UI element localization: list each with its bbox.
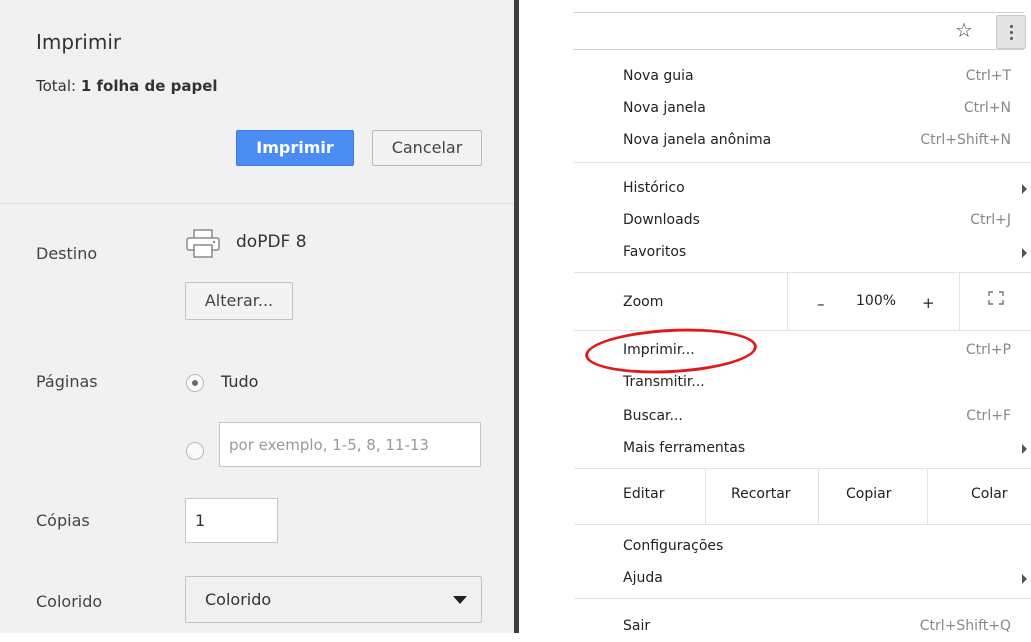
destination-label: Destino [36, 244, 98, 263]
color-select[interactable]: Colorido [185, 576, 482, 623]
menu-item-label: Favoritos [623, 244, 687, 260]
chevron-right-icon [1022, 248, 1027, 258]
menu-separator [574, 598, 1031, 599]
zoom-out-button[interactable]: – [817, 295, 825, 313]
copy-button[interactable]: Copiar [846, 486, 891, 502]
pages-all-radio[interactable] [186, 374, 204, 392]
total-label: Total: [36, 77, 77, 95]
edit-divider [818, 468, 819, 524]
star-icon[interactable]: ☆ [955, 20, 973, 40]
menu-item-shortcut: Ctrl+J [970, 212, 1011, 228]
menu-item-label: Sair [623, 618, 651, 634]
zoom-divider [959, 272, 960, 330]
total-pages-summary: Total: 1 folha de papel [36, 77, 218, 95]
menu-item-label: Nova janela anônima [623, 132, 772, 148]
pages-label: Páginas [36, 372, 98, 391]
menu-item-history[interactable]: Histórico [574, 172, 1027, 204]
menu-item-new-tab[interactable]: Nova guia Ctrl+T [574, 60, 1011, 92]
menu-item-shortcut: Ctrl+F [966, 408, 1011, 424]
dialog-title: Imprimir [36, 30, 122, 54]
menu-item-bookmarks[interactable]: Favoritos [574, 236, 1027, 268]
color-label: Colorido [36, 592, 103, 611]
menu-item-find[interactable]: Buscar... Ctrl+F [574, 400, 1011, 432]
menu-item-label: Histórico [623, 180, 685, 196]
edit-divider [705, 468, 706, 524]
menu-item-label: Nova janela [623, 100, 706, 116]
menu-item-label: Nova guia [623, 68, 694, 84]
panel-gap [519, 0, 574, 633]
print-dialog-header: Imprimir Total: 1 folha de papel Imprimi… [0, 0, 514, 204]
menu-item-more-tools[interactable]: Mais ferramentas [574, 432, 1027, 464]
menu-item-shortcut: Ctrl+N [963, 100, 1011, 116]
zoom-divider [787, 272, 788, 330]
total-value: 1 folha de papel [80, 77, 218, 95]
menu-item-label: Downloads [623, 212, 700, 228]
menu-item-shortcut: Ctrl+Shift+Q [919, 618, 1011, 634]
pages-range-radio[interactable] [186, 442, 204, 460]
menu-item-zoom: Zoom [574, 286, 1011, 318]
cancel-button[interactable]: Cancelar [372, 130, 482, 166]
menu-item-shortcut: Ctrl+T [965, 68, 1011, 84]
chevron-right-icon [1022, 444, 1027, 454]
menu-item-new-window[interactable]: Nova janela Ctrl+N [574, 92, 1011, 124]
edit-label: Editar [623, 486, 665, 502]
paste-button[interactable]: Colar [971, 486, 1008, 502]
pages-all-label[interactable]: Tudo [221, 372, 258, 391]
copies-label: Cópias [36, 511, 90, 530]
copies-input[interactable] [185, 498, 278, 543]
print-dialog: Imprimir Total: 1 folha de papel Imprimi… [0, 0, 514, 633]
color-select-value: Colorido [205, 590, 272, 609]
menu-item-label: Mais ferramentas [623, 440, 746, 456]
menu-separator [574, 272, 1031, 273]
printer-name: doPDF 8 [236, 232, 307, 252]
menu-item-downloads[interactable]: Downloads Ctrl+J [574, 204, 1011, 236]
menu-item-shortcut: Ctrl+Shift+N [920, 132, 1011, 148]
chevron-down-icon [453, 596, 467, 604]
menu-item-label: Transmitir... [623, 374, 705, 390]
menu-item-exit[interactable]: Sair Ctrl+Shift+Q [574, 610, 1011, 642]
more-vert-icon[interactable] [996, 15, 1026, 49]
menu-separator [574, 524, 1031, 525]
chevron-right-icon [1022, 184, 1027, 194]
zoom-in-button[interactable]: + [922, 294, 935, 312]
zoom-label: Zoom [623, 294, 664, 310]
chevron-right-icon [1022, 574, 1027, 584]
menu-item-incognito[interactable]: Nova janela anônima Ctrl+Shift+N [574, 124, 1011, 156]
printer-icon [186, 229, 220, 258]
zoom-value: 100% [856, 293, 897, 309]
change-destination-button[interactable]: Alterar... [185, 282, 293, 320]
menu-item-help[interactable]: Ajuda [574, 562, 1027, 594]
edit-divider [927, 468, 928, 524]
cut-button[interactable]: Recortar [731, 486, 791, 502]
menu-separator [574, 468, 1031, 469]
menu-item-label: Configurações [623, 538, 724, 554]
menu-item-settings[interactable]: Configurações [574, 530, 1011, 562]
pages-range-input[interactable] [219, 422, 481, 467]
menu-item-label: Buscar... [623, 408, 683, 424]
menu-separator [574, 162, 1031, 163]
menu-item-label: Ajuda [623, 570, 663, 586]
menu-item-shortcut: Ctrl+P [965, 342, 1011, 358]
print-button[interactable]: Imprimir [236, 130, 354, 166]
fullscreen-icon[interactable] [988, 291, 1004, 305]
